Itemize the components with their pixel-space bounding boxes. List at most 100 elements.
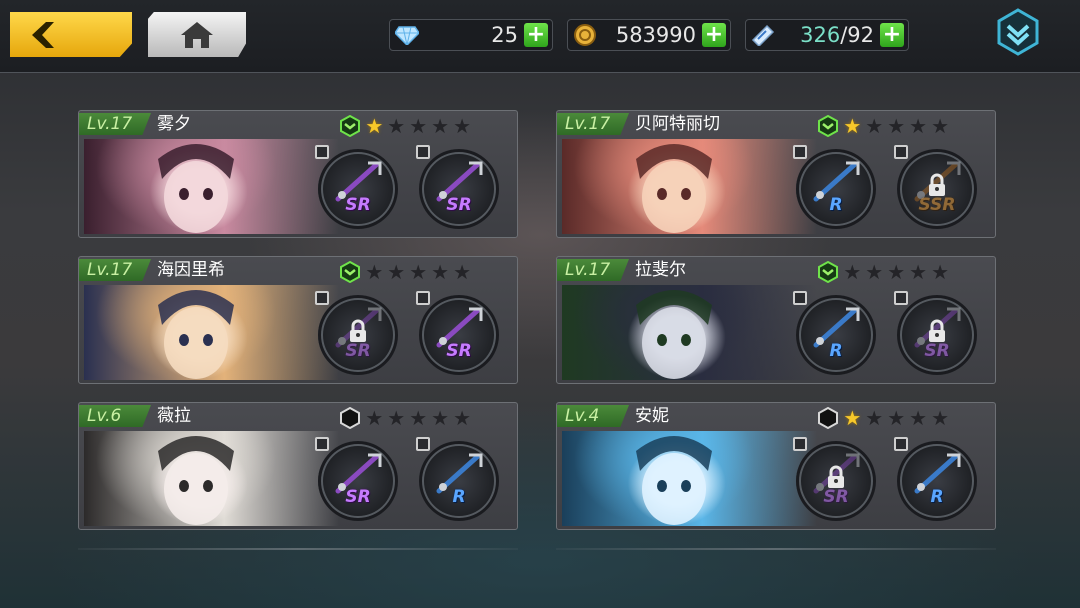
weapon-slot[interactable]: SR (315, 291, 398, 375)
filled-star-icon: ★ (843, 114, 862, 138)
weapon-slot[interactable]: SR (416, 145, 499, 229)
select-checkbox[interactable] (793, 291, 807, 305)
empty-star-icon: ★ (931, 406, 949, 430)
select-checkbox[interactable] (793, 437, 807, 451)
character-name: 海因里希 (157, 260, 225, 280)
filled-star-icon: ★ (365, 114, 384, 138)
divider-right (556, 548, 996, 550)
menu-button[interactable] (996, 8, 1040, 56)
character-name: 雾夕 (157, 114, 191, 134)
character-level: Lv.17 (557, 113, 629, 135)
select-checkbox[interactable] (416, 291, 430, 305)
character-card[interactable]: Lv.4 安妮 ★ ★ ★ ★ ★ SR R (556, 402, 996, 530)
add-gold-button[interactable]: + (702, 23, 726, 47)
lock-icon (350, 319, 366, 342)
weapon-slot[interactable]: R (894, 437, 977, 521)
weapon-rarity: SR (345, 341, 371, 361)
empty-star-icon: ★ (365, 260, 384, 284)
portrait-face (158, 290, 234, 379)
weapon-rarity: SR (446, 341, 472, 361)
character-portrait[interactable] (562, 285, 817, 380)
select-checkbox[interactable] (416, 437, 430, 451)
filled-star-icon: ★ (843, 406, 862, 430)
character-portrait[interactable] (562, 431, 817, 526)
empty-star-icon: ★ (931, 260, 949, 284)
character-card[interactable]: Lv.17 贝阿特丽切 ★ ★ ★ ★ ★ R SSR (556, 110, 996, 238)
weapon-slot[interactable]: SR (894, 291, 977, 375)
back-button[interactable] (10, 12, 132, 57)
weapon-slot[interactable]: R (416, 437, 499, 521)
weapon-rarity: SR (345, 195, 371, 215)
weapon-slot[interactable]: R (793, 145, 876, 229)
select-checkbox[interactable] (894, 291, 908, 305)
back-arrow-icon (32, 21, 54, 48)
empty-star-icon: ★ (387, 260, 406, 284)
character-card[interactable]: Lv.6 薇拉 ★ ★ ★ ★ ★ SR R (78, 402, 518, 530)
stamina-current: 326 (800, 23, 841, 47)
empty-star-icon: ★ (387, 114, 406, 138)
select-checkbox[interactable] (315, 145, 329, 159)
empty-star-icon: ★ (409, 114, 428, 138)
empty-star-icon: ★ (431, 260, 450, 284)
star-rating: ★ ★ ★ ★ ★ (339, 115, 471, 137)
character-name: 拉斐尔 (635, 260, 686, 280)
weapon-rarity: SR (446, 195, 472, 215)
lock-icon (929, 173, 945, 196)
character-portrait[interactable] (84, 285, 339, 380)
character-name: 安妮 (635, 406, 669, 426)
portrait-face (158, 436, 234, 525)
weapon-slot[interactable]: R (793, 291, 876, 375)
character-portrait[interactable] (84, 139, 339, 234)
weapon-rarity: R (452, 487, 466, 507)
character-card[interactable]: Lv.17 雾夕 ★ ★ ★ ★ ★ SR SR (78, 110, 518, 238)
weapon-slot[interactable]: SR (793, 437, 876, 521)
empty-star-icon: ★ (909, 114, 928, 138)
portrait-face (158, 144, 234, 233)
diamond-counter: 25 + (389, 19, 553, 51)
select-checkbox[interactable] (315, 291, 329, 305)
character-level: Lv.4 (557, 405, 629, 427)
empty-star-icon: ★ (843, 260, 862, 284)
portrait-face (636, 290, 712, 379)
home-icon (181, 21, 213, 48)
card-header: Lv.17 海因里希 ★ ★ ★ ★ ★ (79, 257, 517, 284)
empty-star-icon: ★ (409, 406, 428, 430)
star-rating: ★ ★ ★ ★ ★ (817, 115, 949, 137)
weapon-slot[interactable]: SSR (894, 145, 977, 229)
select-checkbox[interactable] (894, 145, 908, 159)
empty-star-icon: ★ (865, 406, 884, 430)
select-checkbox[interactable] (894, 437, 908, 451)
green-chevron-rank-icon (340, 115, 361, 137)
weapon-slot[interactable]: SR (416, 291, 499, 375)
empty-star-icon: ★ (909, 260, 928, 284)
green-chevron-rank-icon (818, 261, 839, 283)
select-checkbox[interactable] (793, 145, 807, 159)
empty-star-icon: ★ (365, 406, 384, 430)
weapon-slot[interactable]: SR (315, 437, 398, 521)
card-header: Lv.17 拉斐尔 ★ ★ ★ ★ ★ (557, 257, 995, 283)
empty-star-icon: ★ (865, 114, 884, 138)
weapon-rarity: R (930, 487, 944, 507)
add-stamina-button[interactable]: + (880, 23, 904, 47)
character-level: Lv.17 (79, 259, 151, 281)
character-card[interactable]: Lv.17 海因里希 ★ ★ ★ ★ ★ SR SR (78, 256, 518, 384)
empty-star-icon: ★ (409, 260, 428, 284)
card-header: Lv.4 安妮 ★ ★ ★ ★ ★ (557, 403, 995, 430)
hexagon-rank-icon (340, 407, 361, 429)
select-checkbox[interactable] (416, 145, 430, 159)
weapon-rarity: SR (823, 487, 849, 507)
star-rating: ★ ★ ★ ★ ★ (817, 261, 949, 283)
green-chevron-rank-icon (818, 115, 839, 137)
character-level: Lv.17 (557, 259, 629, 281)
character-name: 贝阿特丽切 (635, 114, 720, 134)
weapon-slot[interactable]: SR (315, 145, 398, 229)
character-portrait[interactable] (562, 139, 817, 234)
empty-star-icon: ★ (887, 260, 906, 284)
character-portrait[interactable] (84, 431, 339, 526)
add-diamonds-button[interactable]: + (524, 23, 548, 47)
home-button[interactable] (148, 12, 246, 57)
empty-star-icon: ★ (453, 114, 471, 138)
select-checkbox[interactable] (315, 437, 329, 451)
diamond-icon (394, 22, 420, 48)
character-card[interactable]: Lv.17 拉斐尔 ★ ★ ★ ★ ★ R SR (556, 256, 996, 384)
